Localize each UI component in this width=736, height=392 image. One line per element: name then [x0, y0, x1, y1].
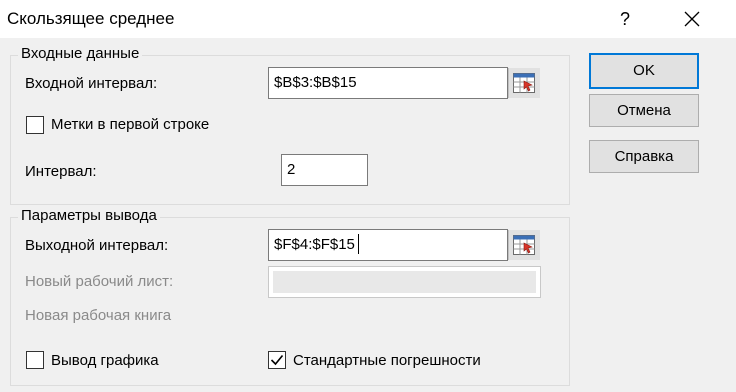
standard-errors-label: Стандартные погрешности	[293, 352, 481, 369]
interval-field[interactable]: 2	[281, 154, 368, 186]
interval-label: Интервал:	[25, 163, 97, 180]
help-title-button[interactable]: ?	[610, 6, 640, 32]
output-group-legend: Параметры вывода	[18, 207, 160, 224]
input-range-field[interactable]: $B$3:$B$15	[268, 67, 508, 99]
chart-output-label: Вывод графика	[51, 352, 159, 369]
help-button[interactable]: Справка	[589, 140, 699, 173]
title-bar: Скользящее среднее ?	[0, 0, 736, 38]
range-select-icon	[513, 73, 535, 93]
output-range-field[interactable]: $F$4:$F$15	[268, 229, 508, 261]
standard-errors-checkbox[interactable]	[268, 351, 286, 369]
labels-first-row-checkbox[interactable]	[26, 116, 44, 134]
input-range-label: Входной интервал:	[25, 75, 158, 92]
interval-value: 2	[287, 161, 296, 178]
new-workbook-label: Новая рабочая книга	[25, 307, 172, 324]
labels-first-row-label: Метки в первой строке	[51, 116, 210, 133]
close-icon	[684, 11, 700, 27]
new-sheet-field	[268, 266, 541, 298]
cancel-button[interactable]: Отмена	[589, 94, 699, 127]
output-range-value: $F$4:$F$15	[274, 236, 355, 253]
output-range-picker-button[interactable]	[508, 230, 540, 260]
ok-button[interactable]: OK	[589, 53, 699, 89]
close-button[interactable]	[672, 6, 712, 32]
input-range-value: $B$3:$B$15	[274, 74, 357, 91]
chart-output-checkbox[interactable]	[26, 351, 44, 369]
text-caret	[358, 234, 359, 254]
output-range-label: Выходной интервал:	[25, 237, 169, 254]
check-icon	[270, 354, 284, 366]
dialog-title: Скользящее среднее	[7, 9, 175, 28]
new-sheet-label: Новый рабочий лист:	[25, 273, 174, 290]
input-range-picker-button[interactable]	[508, 68, 540, 98]
range-select-icon	[513, 235, 535, 255]
input-group-legend: Входные данные	[18, 45, 143, 62]
